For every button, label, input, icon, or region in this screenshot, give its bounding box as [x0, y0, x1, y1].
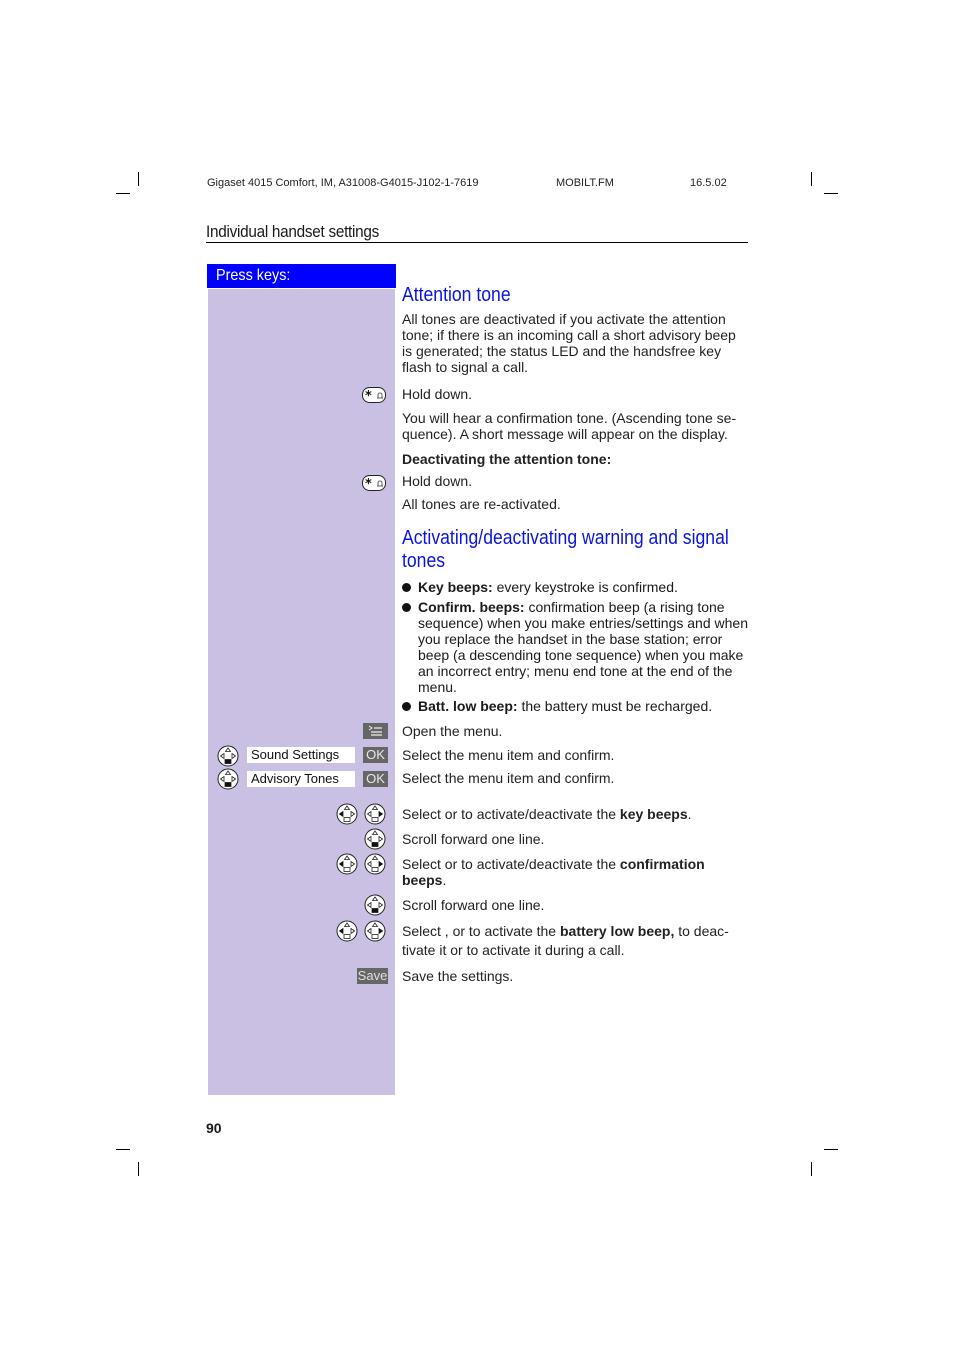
- attention-intro: All tones are deactivated if you activat…: [402, 311, 750, 375]
- step-text: .: [687, 806, 692, 822]
- crop-mark: [824, 193, 838, 194]
- attention-tone-heading: Attention tone: [402, 284, 511, 306]
- step-result-2: All tones are re-activated.: [402, 496, 561, 512]
- bullet-term: Batt. low beep:: [418, 698, 518, 714]
- key-beeps-step: Select or to activate/deactivate the key…: [402, 806, 750, 822]
- save-text: Save the settings.: [402, 968, 514, 984]
- text-line: tone; if there is an incoming call a sho…: [402, 327, 736, 343]
- crop-mark: [811, 1162, 812, 1176]
- nav-key-down-icon[interactable]: [217, 745, 239, 767]
- press-keys-label: Press keys:: [216, 267, 291, 284]
- nav-key-down-icon[interactable]: [364, 894, 386, 916]
- crop-mark: [138, 172, 139, 186]
- step-text: Select or to activate/deactivate the: [402, 856, 620, 872]
- menu-icon: [368, 725, 382, 736]
- bullet-item: Key beeps: every keystroke is confirmed.: [402, 579, 748, 595]
- step-result: You will hear a confirmation tone. (Asce…: [402, 410, 750, 442]
- bullet-icon: [402, 583, 411, 592]
- bullet-text: every keystroke is confirmed.: [492, 579, 678, 595]
- step-text: .: [442, 872, 447, 888]
- star-bell-key-icon: *: [362, 387, 386, 403]
- file-name: MOBILT.FM: [556, 177, 614, 189]
- step-text: tivate it or to activate it during a cal…: [402, 942, 625, 958]
- doc-date: 16.5.02: [690, 177, 727, 189]
- menu-item-advisory-tones[interactable]: Advisory Tones: [247, 771, 355, 787]
- crop-mark: [138, 1162, 139, 1176]
- step-bold: battery low beep,: [559, 923, 675, 939]
- bullet-icon: [402, 603, 411, 612]
- text-line: is generated; the status LED and the han…: [402, 343, 722, 359]
- nav-key-down-icon[interactable]: [217, 768, 239, 790]
- crop-mark: [811, 172, 812, 186]
- bullet-item: Batt. low beep: the battery must be rech…: [402, 698, 748, 714]
- heading-line: Activating/deactivating warning and sign…: [402, 527, 729, 549]
- nav-key-left-icon[interactable]: [336, 920, 358, 942]
- ok-button[interactable]: OK: [363, 771, 388, 787]
- ok-button[interactable]: OK: [363, 747, 388, 763]
- step-bold: confirmation: [619, 856, 705, 872]
- text-line: flash to signal a call.: [402, 359, 529, 375]
- nav-key-left-icon[interactable]: [336, 853, 358, 875]
- nav-key-down-icon[interactable]: [364, 828, 386, 850]
- text-line: All tones are deactivated if you activat…: [402, 311, 726, 327]
- menu-softkey[interactable]: [363, 723, 388, 739]
- crop-mark: [116, 1149, 130, 1150]
- select-confirm-text: Select the menu item and confirm.: [402, 747, 615, 763]
- svg-text:*: *: [365, 389, 372, 403]
- save-softkey[interactable]: Save: [357, 968, 388, 984]
- heading-line: tones: [402, 550, 446, 572]
- select-confirm-text: Select the menu item and confirm.: [402, 770, 615, 786]
- menu-item-sound-settings[interactable]: Sound Settings: [247, 747, 355, 763]
- scroll-step: Scroll forward one line.: [402, 831, 545, 847]
- crop-mark: [824, 1149, 838, 1150]
- step-text: to deac-: [674, 923, 729, 939]
- confirm-beeps-step: Select or to activate/deactivate the con…: [402, 856, 750, 888]
- section-title: Individual handset settings: [206, 222, 380, 241]
- step-hold-down-2: Hold down.: [402, 473, 473, 489]
- star-bell-key-icon: *: [362, 475, 386, 491]
- bullet-term: Confirm. beeps:: [418, 599, 525, 615]
- nav-key-left-icon[interactable]: [336, 803, 358, 825]
- press-keys-header: Press keys:: [207, 264, 396, 288]
- page-number: 90: [206, 1120, 222, 1136]
- text-line: You will hear a confirmation tone. (Asce…: [402, 410, 737, 426]
- nav-key-right-icon[interactable]: [364, 920, 386, 942]
- bullet-icon: [402, 702, 411, 711]
- crop-mark: [116, 193, 130, 194]
- bullet-item: Confirm. beeps: confirmation beep (a ris…: [402, 599, 748, 695]
- scroll-step: Scroll forward one line.: [402, 897, 545, 913]
- open-menu-text: Open the menu.: [402, 723, 503, 739]
- bullet-term: Key beeps:: [418, 579, 493, 595]
- nav-key-right-icon[interactable]: [364, 853, 386, 875]
- step-hold-down: Hold down.: [402, 386, 473, 402]
- text-line: quence). A short message will appear on …: [402, 426, 728, 442]
- deactivate-heading: Deactivating the attention tone:: [402, 451, 612, 467]
- battery-beep-step: Select , or to activate the battery low …: [402, 923, 750, 958]
- step-text: Select or to activate/deactivate the: [402, 806, 620, 822]
- step-bold: key beeps: [619, 806, 688, 822]
- section-divider: [206, 242, 748, 243]
- bullet-text: the battery must be recharged.: [517, 698, 713, 714]
- nav-key-right-icon[interactable]: [364, 803, 386, 825]
- step-text: Select , or to activate the: [402, 923, 560, 939]
- doc-id: Gigaset 4015 Comfort, IM, A31008-G4015-J…: [207, 177, 479, 189]
- step-bold: beeps: [402, 872, 443, 888]
- svg-text:*: *: [365, 477, 372, 491]
- warning-tones-heading: Activating/deactivating warning and sign…: [402, 527, 754, 573]
